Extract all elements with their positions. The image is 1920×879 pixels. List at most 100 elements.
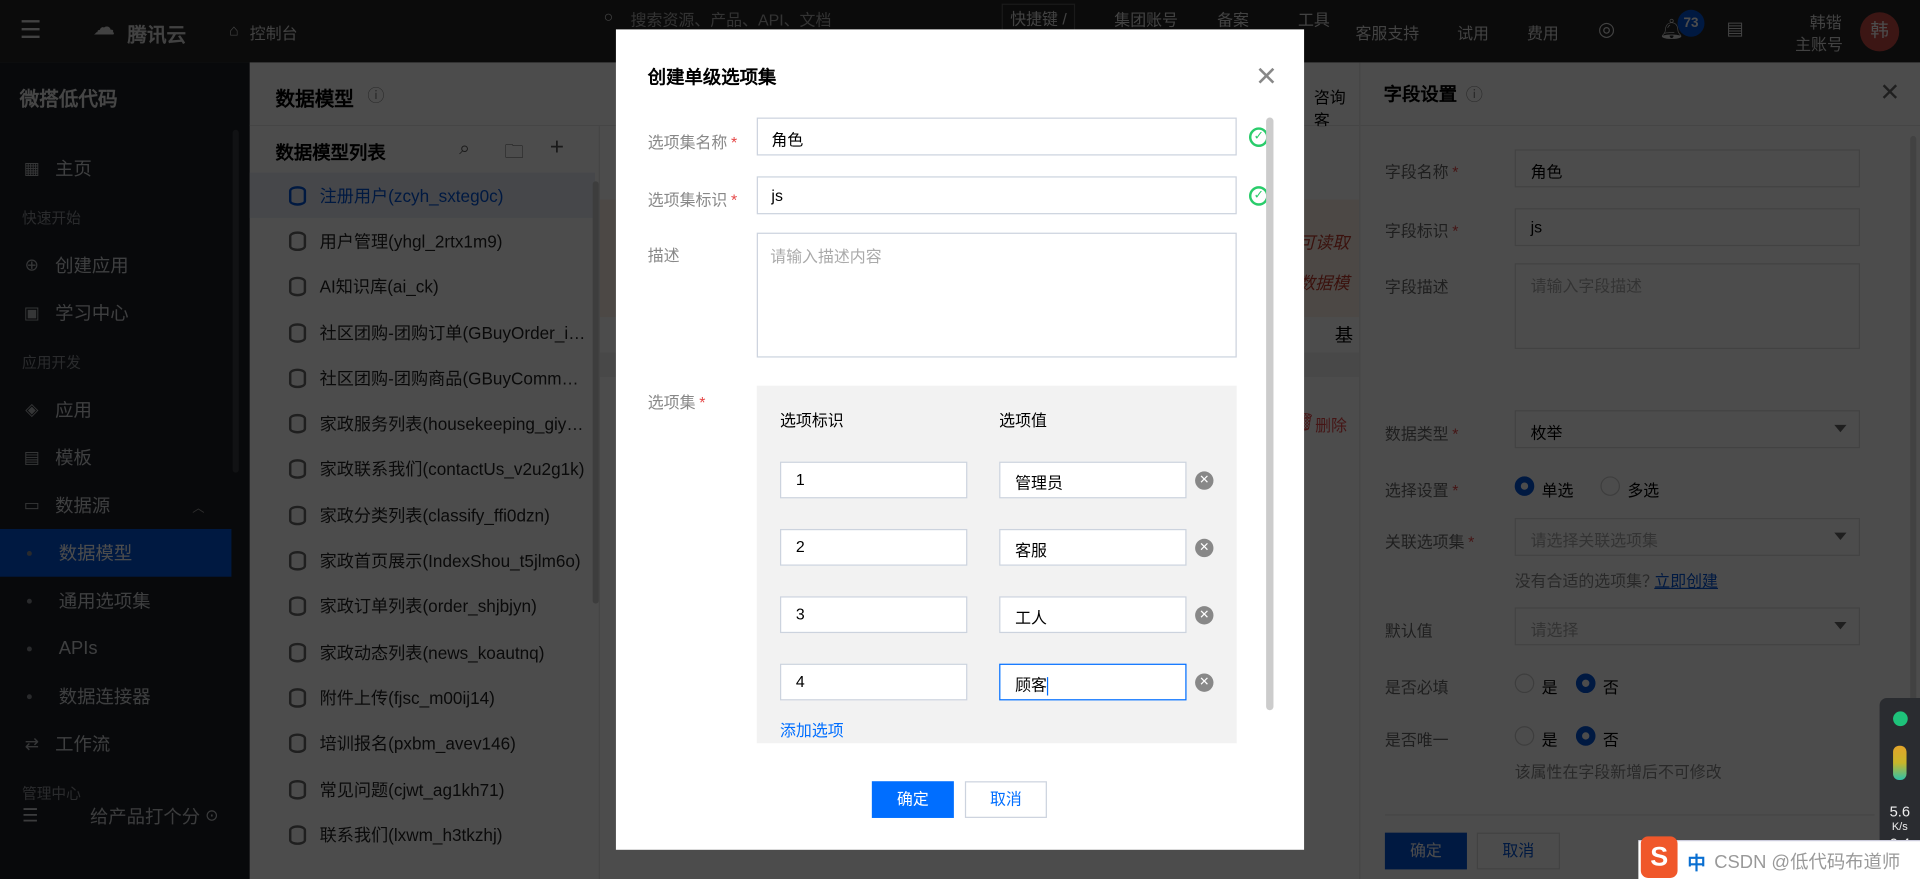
new-folder-icon[interactable]: 🗀︎	[504, 138, 524, 171]
radio-single-label[interactable]: 单选	[1542, 478, 1574, 501]
sidebar-item[interactable]: APIs	[0, 624, 231, 672]
list-item[interactable]: 家政分类列表(classify_ffi0dzn)	[250, 492, 595, 538]
brand-name[interactable]: 腾讯云	[127, 18, 186, 47]
sidebar-scrollbar[interactable]	[232, 129, 239, 473]
remove-option-icon[interactable]: ✕	[1195, 538, 1214, 558]
sidebar-item[interactable]: ▣ 学习中心	[0, 289, 231, 337]
radio-required-no-label[interactable]: 否	[1603, 675, 1619, 698]
cancel-button[interactable]: 取消	[964, 781, 1047, 818]
list-item[interactable]: 用户管理(yhgl_2rtx1m9)	[250, 218, 595, 264]
sidebar-item[interactable]: ⊕ 创建应用	[0, 241, 231, 289]
create-optionset-link[interactable]: 立即创建	[1654, 568, 1718, 591]
radio-multiple[interactable]	[1600, 476, 1621, 496]
optionset-id-input[interactable]: js	[756, 176, 1237, 215]
avatar[interactable]: 韩	[1860, 12, 1900, 52]
option-value-input[interactable]: 工人	[999, 596, 1187, 634]
list-item[interactable]: 培训报名(pxbm_avev146)	[250, 721, 595, 767]
remove-option-icon[interactable]: ✕	[1195, 606, 1214, 625]
sidebar-item[interactable]: 数据模型	[0, 528, 232, 577]
list-item[interactable]: 家政服务列表(housekeeping_giy…	[250, 401, 595, 447]
list-scrollbar[interactable]	[592, 181, 599, 604]
close-icon[interactable]: ✕	[1255, 63, 1278, 91]
radio-single[interactable]	[1514, 476, 1535, 496]
remove-option-icon[interactable]: ✕	[1195, 673, 1214, 692]
confirm-button[interactable]: 确定	[1384, 832, 1467, 870]
sidebar-item[interactable]: 数据连接器	[0, 672, 231, 720]
info-icon[interactable]: ⓘ	[367, 83, 384, 107]
settings-panel-icon[interactable]: ▤	[1727, 17, 1744, 39]
radio-unique-no-label[interactable]: 否	[1603, 727, 1619, 750]
field-desc-input[interactable]: 请输入字段描述	[1514, 263, 1861, 349]
sidebar-item[interactable]: ▤ 模板	[0, 433, 231, 481]
add-option-link[interactable]: 添加选项	[780, 718, 844, 741]
console-link[interactable]: 控制台	[250, 21, 298, 44]
radio-multiple-label[interactable]: 多选	[1627, 478, 1659, 501]
confirm-button[interactable]: 确定	[871, 781, 954, 818]
field-id-input[interactable]: js	[1514, 208, 1861, 247]
radio-unique-yes-label[interactable]: 是	[1542, 727, 1558, 750]
chevron-up-icon[interactable]: ︿	[192, 497, 204, 515]
list-item[interactable]: 社区团购-团购商品(GBuyComm…	[250, 355, 595, 401]
radio-required-no[interactable]	[1575, 673, 1596, 694]
nav-billing[interactable]: 费用	[1527, 21, 1559, 44]
list-item[interactable]: 联系我们(lxwm_h3tkzhj)	[250, 812, 595, 858]
list-item[interactable]: AI知识库(ai_ck)	[250, 264, 595, 310]
mini-program-icon[interactable]: ◎	[1598, 17, 1615, 41]
option-value-input[interactable]: 管理员	[999, 461, 1187, 499]
sidebar-item[interactable]: ▭ 数据源 ︿	[0, 481, 231, 529]
list-item[interactable]: 附件上传(fjsc_m00ij14)	[250, 675, 595, 721]
panel-scrollbar[interactable]	[1910, 135, 1917, 749]
option-key-input[interactable]: 2	[780, 528, 968, 566]
optionset-name-input[interactable]: 角色	[756, 117, 1237, 156]
list-item[interactable]: 家政动态列表(news_koautnq)	[250, 629, 595, 675]
cancel-button[interactable]: 取消	[1476, 832, 1561, 870]
option-key-input[interactable]: 4	[780, 663, 968, 701]
list-item[interactable]: 家政联系我们(contactUs_v2u2g1k)	[250, 447, 595, 493]
option-value-input[interactable]: 客服	[999, 528, 1187, 566]
radio-unique-yes[interactable]	[1514, 726, 1535, 746]
description-textarea[interactable]: 请输入描述内容	[756, 232, 1237, 358]
ime-toolbar[interactable]: S 中 CSDN @低代码布道师	[1638, 836, 1920, 879]
nav-support[interactable]: 客服支持	[1356, 21, 1420, 44]
sidebar-item[interactable]: 通用选项集	[0, 577, 231, 625]
consult-link[interactable]: 咨询客	[1314, 84, 1359, 131]
sidebar-item[interactable]: ⇄ 工作流	[0, 720, 231, 768]
nav-trial[interactable]: 试用	[1457, 21, 1489, 44]
ime-language-toggle[interactable]: 中	[1687, 850, 1705, 876]
data-type-select[interactable]: 枚举	[1514, 410, 1861, 449]
nav-group-account[interactable]: 集团账号	[1114, 7, 1178, 30]
delete-button[interactable]: 删除	[1315, 413, 1347, 436]
optionset-select[interactable]: 请选择关联选项集	[1514, 517, 1861, 556]
sidebar-item[interactable]: ◈ 应用	[0, 386, 231, 434]
list-item[interactable]: 家政订单列表(order_shjbjyn)	[250, 584, 595, 630]
info-icon[interactable]: ⓘ	[1466, 82, 1483, 106]
remove-option-icon[interactable]: ✕	[1195, 471, 1214, 490]
search-input[interactable]: 搜索资源、产品、API、文档	[631, 7, 832, 30]
sogou-ime-logo[interactable]: S	[1640, 836, 1678, 878]
dialog-scrollbar[interactable]	[1266, 117, 1274, 711]
tencent-cloud-logo-icon[interactable]: ☁	[93, 15, 115, 41]
collapse-menu-icon[interactable]: ☰	[22, 804, 38, 827]
list-item[interactable]: 社区团购-团购订单(GBuyOrder_i…	[250, 310, 595, 356]
tab-basic[interactable]: 基	[1335, 322, 1353, 348]
list-item[interactable]: 注册用户(zcyh_sxteg0c)	[249, 172, 596, 219]
hamburger-menu-icon[interactable]: ☰	[20, 15, 42, 46]
list-item[interactable]: 常见问题(cjwt_ag1kh71)	[250, 766, 595, 812]
nav-tools[interactable]: 工具	[1298, 7, 1330, 30]
option-key-input[interactable]: 1	[780, 461, 968, 499]
search-icon[interactable]: ⌕	[459, 138, 470, 160]
sidebar-item[interactable]: ▦ 主页	[0, 144, 231, 192]
radio-required-yes[interactable]	[1514, 673, 1535, 694]
close-icon[interactable]: ✕	[1880, 77, 1901, 108]
user-name[interactable]: 韩锴	[1810, 10, 1842, 33]
feedback-link[interactable]: 给产品打个分	[90, 803, 200, 829]
default-select[interactable]: 请选择	[1514, 607, 1861, 646]
list-item[interactable]: 家政首页展示(IndexShou_t5jlm6o)	[250, 538, 595, 584]
radio-unique-no[interactable]	[1575, 726, 1596, 746]
option-key-input[interactable]: 3	[780, 596, 968, 634]
radio-required-yes-label[interactable]: 是	[1542, 675, 1558, 698]
add-icon[interactable]: +	[550, 133, 564, 161]
option-value-input[interactable]: 顾客	[999, 663, 1187, 701]
nav-filing[interactable]: 备案	[1217, 7, 1249, 30]
field-name-input[interactable]: 角色	[1514, 149, 1861, 188]
